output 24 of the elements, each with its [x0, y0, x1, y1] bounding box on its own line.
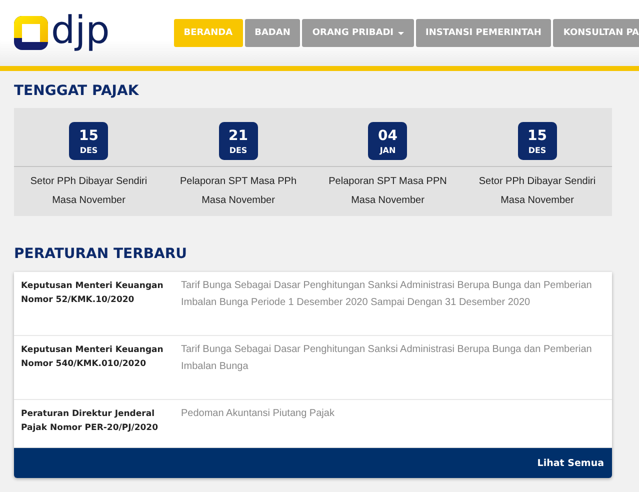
regulation-description: Tarif Bunga Sebagai Dasar Penghitungan Sanksi Administrasi Berupa Bunga dan Pemberian Imbalan Bunga — [180, 343, 593, 374]
section-title: TENGGAT PAJAK — [13, 83, 140, 99]
regulation-name[interactable]: Keputusan Menteri Keuangan Nomor 52/KMK.10/2020 — [14, 279, 167, 331]
deadline-text: Pelaporan SPT Masa PPh Masa November — [178, 175, 298, 208]
nav-tab[interactable]: BERANDA — [174, 19, 243, 47]
nav-tab[interactable]: INSTANSI PEMERINTAH — [416, 19, 552, 47]
nav-tab[interactable]: ORANG PRIBADI — [302, 19, 414, 47]
deadline-text: Pelaporan SPT Masa PPN Masa November — [328, 175, 448, 208]
regulation-description: Pedoman Akuntansi Piutang Pajak — [180, 407, 336, 421]
date-badge: 04 JAN — [368, 122, 408, 160]
logo-icon — [14, 16, 48, 50]
date-badge: 15 DES — [69, 122, 108, 160]
nav-tab[interactable]: KONSULTAN PA — [553, 19, 639, 47]
deadline-text: Setor PPh Dibayar Sendiri Masa November — [29, 175, 148, 208]
date-badge: 21 DES — [218, 122, 258, 160]
regulation-description: Tarif Bunga Sebagai Dasar Penghitungan Sanksi Administrasi Berupa Bunga dan Pemberian Imbalan Bunga Periode 1 Desember 2020 Sampai Dengan 31 Desember 2020 — [180, 279, 593, 310]
logo-text: djp — [51, 11, 110, 49]
regulation-name[interactable]: Keputusan Menteri Keuangan Nomor 540/KMK.010/2020 — [14, 343, 167, 395]
section-title: PERATURAN TERBARU — [13, 246, 188, 262]
date-badge: 15 DES — [518, 122, 557, 160]
regulation-name[interactable]: Peraturan Direktur Jenderal Pajak Nomor PER-20/PJ/2020 — [14, 407, 167, 443]
see-all-link[interactable]: Lihat Semua — [537, 458, 604, 468]
deadline-text: Setor PPh Dibayar Sendiri Masa November — [478, 175, 597, 208]
nav-tab[interactable]: BADAN — [244, 19, 300, 47]
